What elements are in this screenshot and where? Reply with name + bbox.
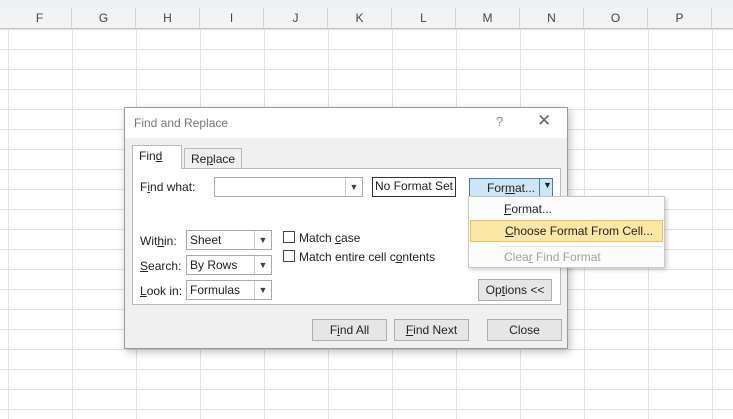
match-case-checkbox[interactable] [283, 231, 295, 243]
format-dropdown-menu: Format... Choose Format From Cell... Cle… [468, 196, 665, 268]
column-header-l[interactable]: L [392, 8, 456, 28]
dialog-titlebar[interactable]: Find and Replace ? ✕ [125, 108, 567, 138]
help-icon[interactable]: ? [496, 114, 503, 129]
search-select[interactable]: By Rows ▼ [186, 255, 272, 275]
within-label: Within: [140, 234, 177, 248]
find-next-button[interactable]: Find Next [394, 319, 469, 341]
options-button[interactable]: Options << [478, 279, 552, 301]
match-entire-label: Match entire cell contents [299, 250, 436, 264]
search-label: Search: [140, 259, 182, 273]
column-header-i[interactable]: I [200, 8, 264, 28]
find-all-button[interactable]: Find All [312, 319, 387, 341]
column-header-g[interactable]: G [72, 8, 136, 28]
column-header-row: F G H I J K L M N O P [0, 8, 733, 29]
look-in-select[interactable]: Formulas ▼ [186, 280, 272, 300]
within-select[interactable]: Sheet ▼ [186, 230, 272, 250]
column-header-h[interactable]: H [136, 8, 200, 28]
chevron-down-icon[interactable]: ▼ [345, 178, 362, 196]
tab-replace[interactable]: Replace [184, 148, 242, 168]
column-header-n[interactable]: N [520, 8, 584, 28]
match-entire-checkbox[interactable] [283, 250, 295, 262]
column-header-f[interactable]: F [8, 8, 72, 28]
chevron-down-icon[interactable]: ▼ [254, 256, 271, 274]
column-header-k[interactable]: K [328, 8, 392, 28]
dropdown-arrow-icon[interactable]: ▼ [543, 180, 552, 190]
close-icon[interactable]: ✕ [537, 111, 551, 131]
menu-item-format[interactable]: Format... [470, 198, 663, 220]
find-what-label: Find what: [140, 180, 196, 194]
format-preview: No Format Set [372, 177, 456, 197]
look-in-label: Look in: [140, 284, 183, 298]
dialog-title: Find and Replace [134, 116, 229, 130]
chevron-down-icon[interactable]: ▼ [254, 231, 271, 249]
format-button[interactable]: Format... ▼ [469, 178, 553, 197]
chevron-down-icon[interactable]: ▼ [254, 281, 271, 299]
menu-item-clear-find-format: Clear Find Format [504, 250, 601, 264]
column-header-j[interactable]: J [264, 8, 328, 28]
tab-find[interactable]: Find [132, 145, 182, 169]
column-header-p[interactable]: P [648, 8, 712, 28]
match-case-label: Match case [299, 231, 361, 245]
menu-item-choose-format-from-cell[interactable]: Choose Format From Cell... [470, 220, 663, 242]
close-button[interactable]: Close [487, 319, 562, 341]
column-header-o[interactable]: O [584, 8, 648, 28]
find-what-input[interactable]: ▼ [214, 177, 363, 197]
column-header-m[interactable]: M [456, 8, 520, 28]
